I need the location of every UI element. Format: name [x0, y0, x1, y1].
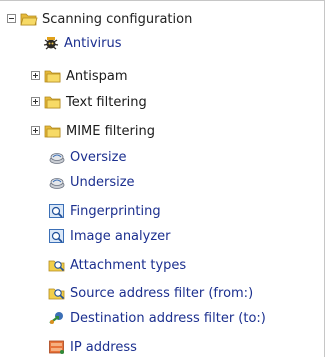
tree-item-label: Destination address filter (to:) [70, 310, 266, 326]
tree-item-label: Undersize [70, 174, 135, 190]
tree-item-text-filtering[interactable]: Text filtering [44, 91, 147, 113]
tree-item-antispam[interactable]: Antispam [44, 65, 128, 87]
scale-icon [48, 174, 66, 190]
expand-toggle-mime-filtering[interactable] [31, 126, 40, 135]
tree-item-ip-address[interactable]: IP address [48, 336, 137, 358]
tree-item-label: Attachment types [70, 257, 187, 273]
tree-root-label: Scanning configuration [42, 11, 193, 27]
tree-item-label: IP address [70, 339, 137, 355]
collapse-toggle-scanning-configuration[interactable] [7, 14, 16, 23]
folder-icon [44, 123, 62, 139]
ip-address-icon [48, 339, 66, 355]
attachment-search-icon [48, 257, 66, 273]
destination-arrow-icon [48, 310, 66, 326]
magnifier-doc-icon [48, 203, 66, 219]
tree-item-oversize[interactable]: Oversize [48, 146, 126, 168]
folder-icon [44, 94, 62, 110]
magnifier-doc-icon [48, 228, 66, 244]
tree-item-destination-address-filter[interactable]: Destination address filter (to:) [48, 307, 266, 329]
tree-item-attachment-types[interactable]: Attachment types [48, 254, 186, 276]
expand-toggle-antispam[interactable] [31, 71, 40, 80]
tree-item-image-analyzer[interactable]: Image analyzer [48, 225, 171, 247]
tree-item-label: Antispam [66, 68, 128, 84]
attachment-search-icon [48, 285, 66, 301]
tree-item-label: Fingerprinting [70, 203, 161, 219]
tree-item-undersize[interactable]: Undersize [48, 171, 135, 193]
virus-bug-icon [42, 35, 60, 51]
tree-item-fingerprinting[interactable]: Fingerprinting [48, 200, 161, 222]
expand-toggle-text-filtering[interactable] [31, 97, 40, 106]
scanning-tree-panel: Scanning configuration Antivirus Antispa… [0, 0, 325, 357]
tree-item-label: Image analyzer [70, 228, 171, 244]
tree-item-label: Source address filter (from:) [70, 285, 254, 301]
tree-item-source-address-filter[interactable]: Source address filter (from:) [48, 282, 253, 304]
tree-item-label: MIME filtering [66, 123, 155, 139]
tree-item-antivirus[interactable]: Antivirus [42, 32, 122, 54]
tree-item-label: Oversize [70, 149, 127, 165]
tree-item-mime-filtering[interactable]: MIME filtering [44, 120, 155, 142]
tree-root-scanning-configuration[interactable]: Scanning configuration [20, 8, 192, 30]
folder-icon [44, 68, 62, 84]
folder-open-icon [20, 11, 38, 27]
scale-icon [48, 149, 66, 165]
tree-item-label: Antivirus [64, 35, 122, 51]
tree-item-label: Text filtering [66, 94, 147, 110]
